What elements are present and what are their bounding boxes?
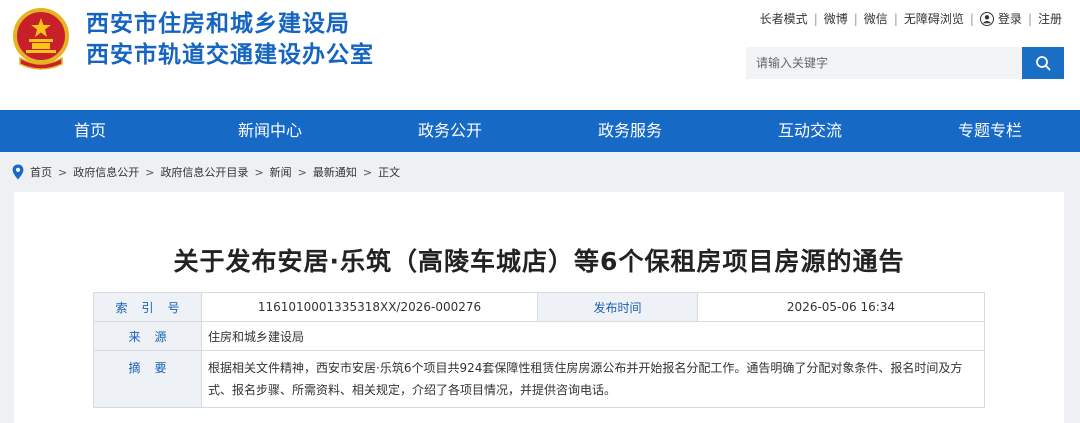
breadcrumb-item-current: 正文	[378, 166, 401, 179]
breadcrumb-item-home[interactable]: 首页	[30, 164, 52, 180]
site-header: 西安市住房和城乡建设局 西安市轨道交通建设办公室 长者模式 | 微博 | 微信 …	[0, 0, 1080, 110]
search-button[interactable]	[1022, 47, 1064, 79]
summary-value: 根据相关文件精神，西安市安居·乐筑6个项目共924套保障性租赁住房房源公布并开始…	[201, 350, 985, 408]
breadcrumb-separator: >	[297, 165, 307, 179]
wechat-link[interactable]: 微信	[864, 10, 888, 27]
site-title-line1: 西安市住房和城乡建设局	[86, 11, 350, 37]
nav-item-topics[interactable]: 专题专栏	[900, 110, 1080, 152]
main-nav: 首页 新闻中心 政务公开 政务服务 互动交流 专题专栏	[0, 110, 1080, 152]
nav-item-news[interactable]: 新闻中心	[180, 110, 360, 152]
site-title[interactable]: 西安市住房和城乡建设局 西安市轨道交通建设办公室	[86, 9, 374, 71]
source-label: 来源	[93, 321, 202, 351]
register-link[interactable]: 注册	[1038, 10, 1062, 27]
breadcrumb-separator: >	[254, 165, 264, 179]
search-icon	[1036, 56, 1051, 71]
divider: |	[853, 11, 858, 26]
divider: |	[969, 11, 974, 26]
meta-row: 索引号 1161010001335318XX/2026-000276 发布时间 …	[93, 292, 985, 322]
user-icon	[979, 11, 994, 26]
national-emblem-icon[interactable]	[12, 8, 70, 70]
article-meta-table: 索引号 1161010001335318XX/2026-000276 发布时间 …	[93, 292, 985, 408]
article-panel: 关于发布安居·乐筑（高陵车城店）等6个保租房项目房源的通告 索引号 116101…	[14, 192, 1064, 423]
weibo-link[interactable]: 微博	[824, 10, 848, 27]
divider: |	[813, 11, 818, 26]
divider: |	[893, 11, 898, 26]
source-value: 住房和城乡建设局	[201, 321, 985, 351]
index-label: 索引号	[93, 292, 202, 322]
nav-item-gov-affairs[interactable]: 政务公开	[360, 110, 540, 152]
meta-row: 来源 住房和城乡建设局	[93, 321, 985, 351]
login-link[interactable]: 登录	[998, 10, 1022, 27]
breadcrumb-item-latest[interactable]: 最新通知	[313, 164, 357, 180]
site-title-line2: 西安市轨道交通建设办公室	[86, 42, 374, 68]
breadcrumb-separator: >	[362, 165, 373, 179]
index-value: 1161010001335318XX/2026-000276	[201, 292, 538, 322]
date-value: 2026-05-06 16:34	[697, 292, 985, 322]
top-links: 长者模式 | 微博 | 微信 | 无障碍浏览 | 登录 | 注册	[760, 10, 1062, 27]
breadcrumb: 首页 > 政府信息公开 > 政府信息公开目录 > 新闻 > 最新通知 > 正文	[12, 162, 400, 182]
accessible-link[interactable]: 无障碍浏览	[904, 10, 964, 27]
meta-row: 摘要 根据相关文件精神，西安市安居·乐筑6个项目共924套保障性租赁住房房源公布…	[93, 350, 985, 408]
breadcrumb-item-news[interactable]: 新闻	[270, 164, 292, 180]
divider: |	[1027, 11, 1032, 26]
nav-item-gov-services[interactable]: 政务服务	[540, 110, 720, 152]
summary-label: 摘要	[93, 350, 202, 408]
article-title: 关于发布安居·乐筑（高陵车城店）等6个保租房项目房源的通告	[173, 247, 905, 276]
search-bar	[746, 47, 1064, 79]
breadcrumb-separator: >	[58, 165, 68, 179]
breadcrumb-item-gov-info[interactable]: 政府信息公开	[73, 164, 139, 180]
breadcrumb-separator: >	[145, 165, 155, 179]
date-label: 发布时间	[537, 292, 698, 322]
nav-item-home[interactable]: 首页	[0, 110, 180, 152]
search-input[interactable]	[746, 47, 1022, 79]
location-pin-icon	[12, 164, 24, 180]
elder-mode-link[interactable]: 长者模式	[760, 10, 808, 27]
nav-item-interaction[interactable]: 互动交流	[720, 110, 900, 152]
breadcrumb-item-gov-info-catalog[interactable]: 政府信息公开目录	[160, 164, 248, 180]
